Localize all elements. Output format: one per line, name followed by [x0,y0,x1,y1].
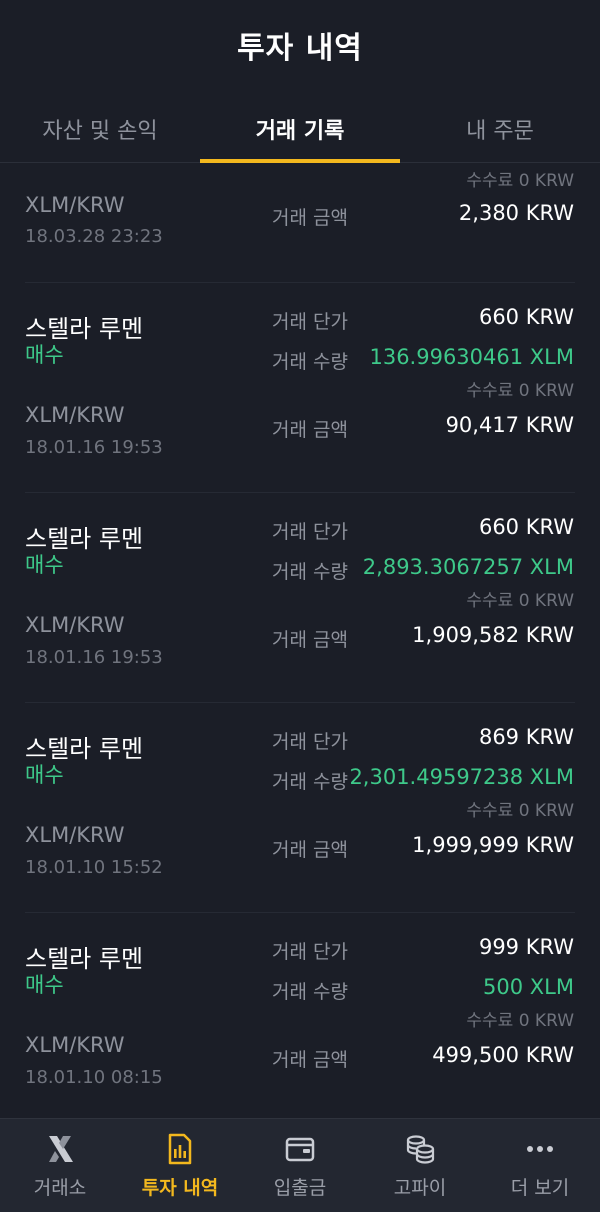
amount-value: 2,380 KRW [458,201,574,225]
qty-value: 500 XLM [483,975,574,999]
fee-text: 수수료 0 KRW [466,1011,574,1031]
price-value: 660 KRW [478,305,574,329]
trade-item-partial: 수수료 0 KRW XLM/KRW 18.03.28 23:23 거래 금액 2… [0,163,600,283]
exchange-x-icon [42,1131,78,1167]
amount-label: 거래 금액 [272,629,348,651]
chart-document-icon [162,1131,198,1167]
trade-side: 매수 [25,553,64,577]
pair-text: XLM/KRW [25,403,125,427]
trade-item[interactable]: 스텔라 루멘 매수 XLM/KRW 18.01.10 15:52 거래 단가 8… [0,703,600,913]
amount-label: 거래 금액 [272,839,348,861]
qty-value: 136.99630461 XLM [369,345,574,369]
nav-gopax[interactable]: 고파이 [360,1119,480,1212]
tab-bar: 자산 및 손익 거래 기록 내 주문 [0,95,600,163]
nav-deposit-withdraw[interactable]: 입출금 [240,1119,360,1212]
price-label: 거래 단가 [272,521,348,543]
pair-text: XLM/KRW [25,613,125,637]
pair-text: XLM/KRW [25,193,125,217]
qty-label: 거래 수량 [272,771,348,793]
pair-text: XLM/KRW [25,823,125,847]
nav-label: 더 보기 [510,1177,570,1199]
qty-value: 2,893.3067257 XLM [362,555,574,579]
trade-side: 매수 [25,973,64,997]
trade-side: 매수 [25,343,64,367]
nav-label: 투자 내역 [141,1177,219,1199]
amount-label: 거래 금액 [272,207,348,229]
price-value: 999 KRW [478,935,574,959]
amount-value: 1,909,582 KRW [412,623,574,647]
pair-text: XLM/KRW [25,1033,125,1057]
trade-item[interactable]: 스텔라 루멘 매수 XLM/KRW 18.01.10 08:15 거래 단가 9… [0,913,600,1118]
nav-investment-history[interactable]: 투자 내역 [120,1119,240,1212]
more-dots-icon [522,1131,558,1167]
price-value: 660 KRW [478,515,574,539]
bottom-nav: 거래소 투자 내역 입출금 고파이 더 보기 [0,1118,600,1212]
trade-item[interactable]: 스텔라 루멘 매수 XLM/KRW 18.01.16 19:53 거래 단가 6… [0,283,600,493]
price-label: 거래 단가 [272,941,348,963]
fee-text: 수수료 0 KRW [466,171,574,191]
nav-label: 입출금 [273,1177,327,1199]
qty-label: 거래 수량 [272,981,348,1003]
trade-list[interactable]: 수수료 0 KRW XLM/KRW 18.03.28 23:23 거래 금액 2… [0,163,600,1118]
page-title: 투자 내역 [237,31,363,66]
app-header: 투자 내역 [0,0,600,90]
amount-label: 거래 금액 [272,419,348,441]
fee-text: 수수료 0 KRW [466,381,574,401]
nav-more[interactable]: 더 보기 [480,1119,600,1212]
nav-exchange[interactable]: 거래소 [0,1119,120,1212]
datetime-text: 18.03.28 23:23 [25,226,163,247]
trade-side: 매수 [25,763,64,787]
datetime-text: 18.01.10 08:15 [25,1067,163,1088]
qty-value: 2,301.49597238 XLM [349,765,574,789]
wallet-icon [282,1131,318,1167]
datetime-text: 18.01.16 19:53 [25,437,163,458]
qty-label: 거래 수량 [272,561,348,583]
fee-text: 수수료 0 KRW [466,591,574,611]
datetime-text: 18.01.10 15:52 [25,857,163,878]
trade-item[interactable]: 스텔라 루멘 매수 XLM/KRW 18.01.16 19:53 거래 단가 6… [0,493,600,703]
datetime-text: 18.01.16 19:53 [25,647,163,668]
amount-value: 90,417 KRW [445,413,574,437]
tab-trade-history[interactable]: 거래 기록 [200,95,400,163]
price-label: 거래 단가 [272,311,348,333]
qty-label: 거래 수량 [272,351,348,373]
fee-text: 수수료 0 KRW [466,801,574,821]
amount-value: 499,500 KRW [432,1043,574,1067]
nav-label: 고파이 [393,1177,447,1199]
tab-my-orders[interactable]: 내 주문 [400,95,600,162]
price-label: 거래 단가 [272,731,348,753]
coins-icon [402,1131,438,1167]
nav-label: 거래소 [33,1177,87,1199]
price-value: 869 KRW [478,725,574,749]
amount-value: 1,999,999 KRW [412,833,574,857]
tab-assets-pnl[interactable]: 자산 및 손익 [0,95,200,162]
amount-label: 거래 금액 [272,1049,348,1071]
